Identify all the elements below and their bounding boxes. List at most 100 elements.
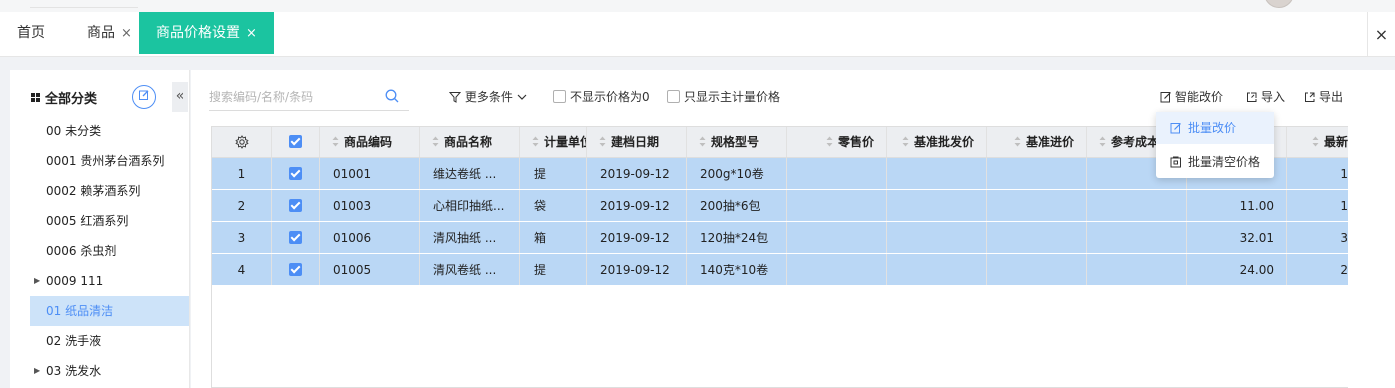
tab-bar: 首页 商品 × 商品价格设置 × × [0,12,1395,57]
sort-icon[interactable] [332,128,339,157]
category-item[interactable]: 00 未分类 [30,116,189,146]
import-button[interactable]: 导入 [1246,88,1285,105]
cell-price9: 11.00 [1187,190,1287,221]
category-label: 0002 赖茅酒系列 [46,184,141,198]
category-item[interactable]: 0002 赖茅酒系列 [30,176,189,206]
sort-icon[interactable] [699,128,706,157]
checkbox-label: 不显示价格为0 [570,90,650,104]
category-label: 0001 贵州茅台酒系列 [46,154,165,168]
header-label: 零售价 [837,135,874,149]
category-item[interactable]: ▶ 03 洗发水 [30,356,189,386]
row-checkbox[interactable] [289,263,302,276]
category-item[interactable]: 0001 贵州茅台酒系列 [30,146,189,176]
sort-icon[interactable] [1014,128,1021,157]
row-checkbox-cell [272,254,320,285]
tab-close-icon[interactable]: × [121,26,132,41]
more-filters-button[interactable]: 更多条件 [448,88,527,105]
sort-icon[interactable] [432,128,439,157]
category-label: 0009 111 [46,274,104,288]
avatar[interactable] [1264,0,1294,8]
chevron-down-icon [517,94,527,100]
category-label: 01 纸品清洁 [46,304,114,318]
table-row[interactable]: 2 01003 心相印抽纸... 袋 2019-09-12 200抽*6包 11.00 1 [212,190,1348,222]
sort-icon[interactable] [599,128,606,157]
menu-item-batch-clear[interactable]: 批量清空价格 [1156,146,1274,178]
select-all-header[interactable] [272,127,320,157]
cell-spec: 140克*10卷 [687,254,787,285]
tab-home[interactable]: 首页 [17,12,45,54]
search-input[interactable] [209,85,379,109]
collapse-sidebar-button[interactable]: « [172,82,188,112]
expand-arrow-icon[interactable]: ▶ [34,356,40,386]
menu-item-batch-price[interactable]: 批量改价 [1156,112,1274,144]
expand-arrow-icon[interactable]: ▶ [34,266,40,296]
header-name[interactable]: 商品名称 [420,127,520,157]
header-retail-price[interactable]: 零售价 [787,127,887,157]
tab-price-settings[interactable]: 商品价格设置 × [139,12,274,54]
tab-goods[interactable]: 商品 × [87,12,132,54]
category-item[interactable]: ▶ 0009 111 [30,266,189,296]
checkbox-box[interactable] [553,90,566,103]
header-label: 计量单位 [544,135,586,149]
cell-idx: 3 [212,222,272,253]
smart-price-button[interactable]: 智能改价 [1160,88,1223,105]
sort-icon[interactable] [532,128,539,157]
column-settings-header[interactable] [212,127,272,157]
empty-cell [1087,254,1187,285]
top-header [0,0,1395,12]
select-all-checkbox[interactable] [289,135,302,148]
gear-icon[interactable] [234,135,249,149]
category-item[interactable]: 02 洗手液 [30,326,189,356]
cell-name: 清风抽纸 ... [420,222,520,253]
header-code[interactable]: 商品编码 [320,127,420,157]
import-icon [1247,92,1257,102]
header-latest[interactable]: 最新 [1287,127,1348,157]
tab-label: 首页 [17,25,45,41]
grid-icon [31,93,40,102]
edit-category-button[interactable] [132,85,156,109]
header-date[interactable]: 建档日期 [587,127,687,157]
row-checkbox[interactable] [289,231,302,244]
export-button[interactable]: 导出 [1304,88,1343,105]
category-item[interactable]: 01 纸品清洁 [30,296,189,326]
cell-date: 2019-09-12 [587,190,687,221]
empty-cell [987,222,1087,253]
header-unit[interactable]: 计量单位 [520,127,587,157]
row-checkbox[interactable] [289,167,302,180]
cell-unit: 箱 [520,222,587,253]
header-wholesale-price[interactable]: 基准批发价 [887,127,987,157]
row-checkbox-cell [272,222,320,253]
cell-price10: 1 [1287,158,1348,189]
search-icon[interactable] [385,89,399,103]
header-purchase-price[interactable]: 基准进价 [987,127,1087,157]
empty-cell [787,158,887,189]
cell-date: 2019-09-12 [587,158,687,189]
empty-cell [787,222,887,253]
sort-icon[interactable] [1312,128,1319,157]
cell-spec: 200抽*6包 [687,190,787,221]
sort-icon[interactable] [826,128,833,157]
table-row[interactable]: 4 01005 清风卷纸 ... 提 2019-09-12 140克*10卷 24.00 2 [212,254,1348,286]
main-unit-only-checkbox[interactable]: 只显示主计量价格 [667,89,780,105]
sort-icon[interactable] [1099,128,1106,157]
close-all-tabs-icon[interactable]: × [1367,12,1395,57]
row-checkbox[interactable] [289,199,302,212]
hide-zero-price-checkbox[interactable]: 不显示价格为0 [553,89,650,105]
header-label: 基准批发价 [913,135,974,149]
empty-cell [887,254,987,285]
table-row[interactable]: 3 01006 清风抽纸 ... 箱 2019-09-12 120抽*24包 32.01 3 [212,222,1348,254]
category-item[interactable]: 0005 红酒系列 [30,206,189,236]
category-label: 00 未分类 [46,124,102,138]
category-item[interactable]: 0006 杀虫剂 [30,236,189,266]
cell-unit: 提 [520,158,587,189]
cell-price10: 1 [1287,190,1348,221]
more-filters-label: 更多条件 [464,90,513,104]
search-box [209,85,409,111]
header-label: 基准进价 [1025,135,1074,149]
checkbox-box[interactable] [667,90,680,103]
sort-icon[interactable] [902,128,909,157]
tab-close-icon[interactable]: × [246,26,257,41]
header-label: 参考成本 [1111,135,1160,149]
cell-name: 心相印抽纸... [420,190,520,221]
header-spec[interactable]: 规格型号 [687,127,787,157]
